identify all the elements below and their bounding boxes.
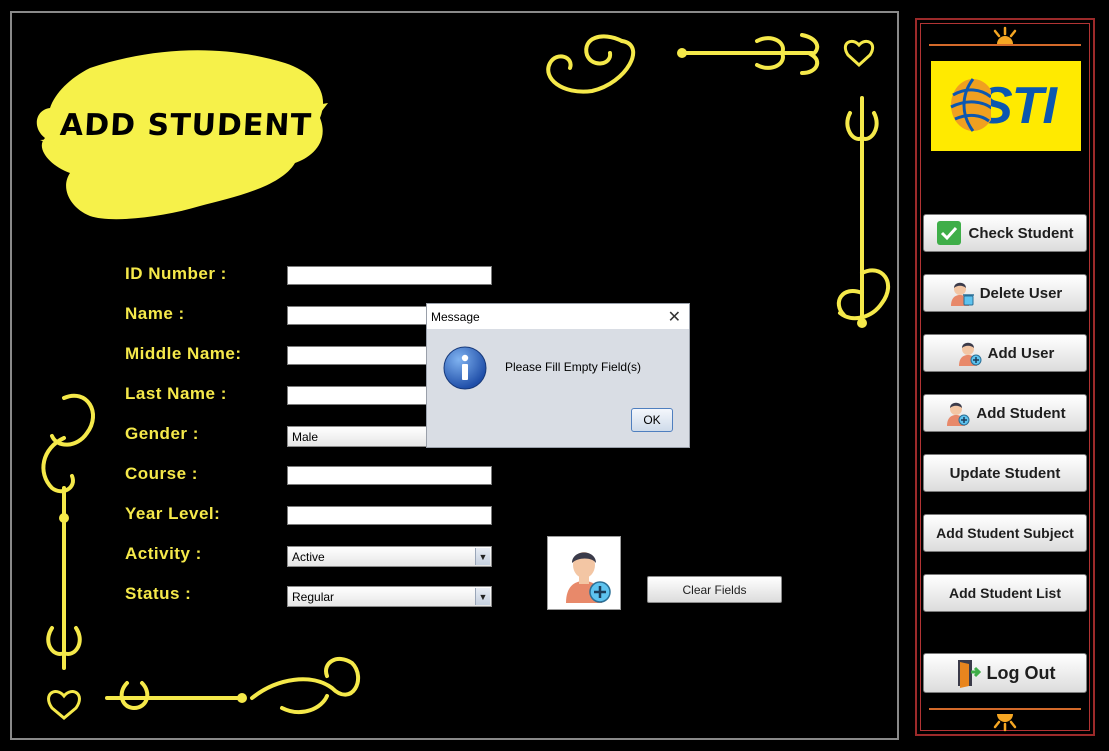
status-select-value: Regular <box>292 590 335 604</box>
add-student-subject-label: Add Student Subject <box>936 525 1074 541</box>
add-student-button[interactable]: Add Student <box>923 394 1087 432</box>
log-out-label: Log Out <box>986 662 1056 683</box>
add-student-avatar-button[interactable] <box>547 536 621 610</box>
add-student-list-button[interactable]: Add Student List <box>923 574 1087 612</box>
exit-door-icon <box>957 660 981 688</box>
chevron-down-icon[interactable]: ▼ <box>475 548 490 565</box>
title-banner: ADD STUDENT <box>30 48 330 228</box>
activity-select[interactable]: Active ▼ <box>287 546 492 567</box>
add-user-label: Add User <box>987 344 1055 362</box>
course-input[interactable] <box>287 466 492 485</box>
student-add-icon <box>566 552 611 603</box>
label-last-name: Last Name : <box>125 384 227 403</box>
add-student-subject-button[interactable]: Add Student Subject <box>923 514 1087 552</box>
gender-select-value: Male <box>292 430 319 444</box>
divider <box>929 708 1081 710</box>
label-status: Status : <box>125 584 192 603</box>
ok-button[interactable]: OK <box>631 408 673 432</box>
close-icon[interactable]: ✕ <box>668 307 681 327</box>
label-gender: Gender : <box>125 424 199 443</box>
globe-icon <box>950 78 991 132</box>
add-student-list-label: Add Student List <box>949 585 1061 601</box>
message-dialog: Message ✕ Please Fill Empty Field(s) OK <box>426 303 690 448</box>
label-middle-name: Middle Name: <box>125 344 242 363</box>
clear-fields-button[interactable]: Clear Fields <box>647 576 782 603</box>
dialog-title-bar: Message ✕ <box>427 304 689 329</box>
user-delete-icon <box>950 282 974 306</box>
label-name: Name : <box>125 304 185 323</box>
log-out-button[interactable]: Log Out <box>923 653 1087 693</box>
label-activity: Activity : <box>125 544 202 563</box>
dialog-message: Please Fill Empty Field(s) <box>505 360 642 374</box>
checkmark-icon <box>937 221 962 245</box>
check-student-button[interactable]: Check Student <box>923 214 1087 252</box>
label-id-number: ID Number : <box>125 264 227 283</box>
update-student-button[interactable]: Update Student <box>923 454 1087 492</box>
add-student-label: Add Student <box>976 404 1066 422</box>
delete-user-button[interactable]: Delete User <box>923 274 1087 312</box>
label-course: Course : <box>125 464 198 483</box>
status-select[interactable]: Regular ▼ <box>287 586 492 607</box>
student-add-icon <box>947 402 970 426</box>
update-student-label: Update Student <box>949 464 1061 482</box>
activity-select-value: Active <box>292 550 325 564</box>
user-add-icon <box>958 342 982 366</box>
label-year-level: Year Level: <box>125 504 221 523</box>
add-user-button[interactable]: Add User <box>923 334 1087 372</box>
main-panel: ADD STUDENT ID Number: Name: Middle Na… <box>10 11 899 740</box>
check-student-label: Check Student <box>968 224 1074 242</box>
sun-ornament-icon <box>993 26 1017 44</box>
sti-logo: STI <box>931 61 1081 151</box>
info-icon <box>443 346 487 390</box>
page-title: ADD STUDENT <box>59 108 313 143</box>
sun-ornament-icon <box>993 714 1017 732</box>
sidebar: STI Check Student Delete User Add User A… <box>911 14 1099 740</box>
chevron-down-icon[interactable]: ▼ <box>475 588 490 605</box>
dialog-title: Message <box>431 309 480 324</box>
delete-user-label: Delete User <box>979 284 1063 302</box>
id-number-input[interactable] <box>287 266 492 285</box>
year-level-input[interactable] <box>287 506 492 525</box>
